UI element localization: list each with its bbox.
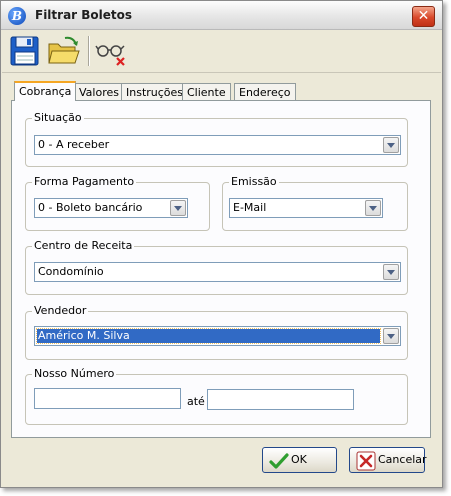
situacao-group: Situação 0 - A receber: [25, 111, 408, 167]
tab-cobranca[interactable]: Cobrança: [14, 81, 77, 101]
cancel-label: Cancelar: [378, 453, 427, 466]
centro-receita-value: Condomínio: [38, 265, 104, 278]
chevron-down-icon[interactable]: [383, 328, 399, 344]
tab-panel-cobranca: Situação 0 - A receber Forma Pagamento 0…: [11, 100, 431, 438]
chevron-down-icon[interactable]: [383, 264, 399, 280]
app-logo-icon: B: [8, 7, 26, 25]
situacao-select[interactable]: 0 - A receber: [34, 135, 401, 155]
close-button[interactable]: ✕: [412, 6, 435, 27]
filter-dialog: B Filtrar Boletos ✕ Cobrança Valores Ins…: [0, 0, 443, 488]
window-title: Filtrar Boletos: [35, 8, 133, 22]
ate-label: até: [187, 395, 205, 408]
forma-pagamento-select[interactable]: 0 - Boleto bancário: [34, 198, 188, 218]
nosso-numero-to-input[interactable]: [207, 389, 354, 410]
checkmark-icon: [269, 453, 289, 469]
title-bar: B Filtrar Boletos ✕: [1, 1, 442, 30]
forma-pagamento-value: 0 - Boleto bancário: [38, 201, 143, 214]
nosso-numero-from-input[interactable]: [34, 388, 181, 409]
tab-cliente[interactable]: Cliente: [182, 83, 231, 101]
nosso-numero-group: Nosso Número até: [25, 367, 408, 425]
tab-control: Cobrança Valores Instruções Cliente Ende…: [11, 81, 431, 438]
chevron-down-icon[interactable]: [383, 137, 399, 153]
cancel-button[interactable]: Cancelar: [349, 447, 427, 473]
emissao-label: Emissão: [229, 175, 279, 188]
centro-receita-label: Centro de Receita: [32, 239, 135, 252]
vendedor-group: Vendedor Américo M. Silva: [25, 304, 408, 360]
open-folder-icon: [48, 36, 80, 64]
vendedor-select[interactable]: Américo M. Silva: [34, 326, 401, 346]
emissao-group: Emissão E-Mail: [222, 175, 408, 231]
tab-instrucoes[interactable]: Instruções: [121, 83, 189, 101]
forma-pagamento-group: Forma Pagamento 0 - Boleto bancário: [25, 175, 210, 231]
clear-filter-button[interactable]: [94, 34, 128, 68]
emissao-select[interactable]: E-Mail: [229, 198, 383, 218]
vendedor-value: Américo M. Silva: [36, 328, 381, 344]
toolbar-separator: [88, 36, 90, 66]
clear-filter-icon: [95, 45, 125, 66]
ok-button[interactable]: OK: [262, 447, 337, 473]
centro-receita-group: Centro de Receita Condomínio: [25, 239, 408, 295]
nosso-numero-label: Nosso Número: [32, 367, 117, 380]
tab-valores[interactable]: Valores: [74, 83, 124, 101]
vendedor-label: Vendedor: [32, 304, 89, 317]
open-button[interactable]: [46, 34, 80, 68]
save-button[interactable]: [8, 34, 42, 68]
chevron-down-icon[interactable]: [365, 200, 381, 216]
forma-pagamento-label: Forma Pagamento: [32, 175, 137, 188]
centro-receita-select[interactable]: Condomínio: [34, 262, 401, 282]
ok-label: OK: [291, 453, 307, 466]
save-icon: [10, 36, 39, 66]
situacao-value: 0 - A receber: [38, 138, 110, 151]
emissao-value: E-Mail: [233, 201, 267, 214]
toolbar: [2, 31, 441, 73]
cancel-x-icon: [356, 451, 376, 471]
situacao-label: Situação: [32, 111, 84, 124]
tab-endereco[interactable]: Endereço: [234, 83, 296, 101]
chevron-down-icon[interactable]: [170, 200, 186, 216]
